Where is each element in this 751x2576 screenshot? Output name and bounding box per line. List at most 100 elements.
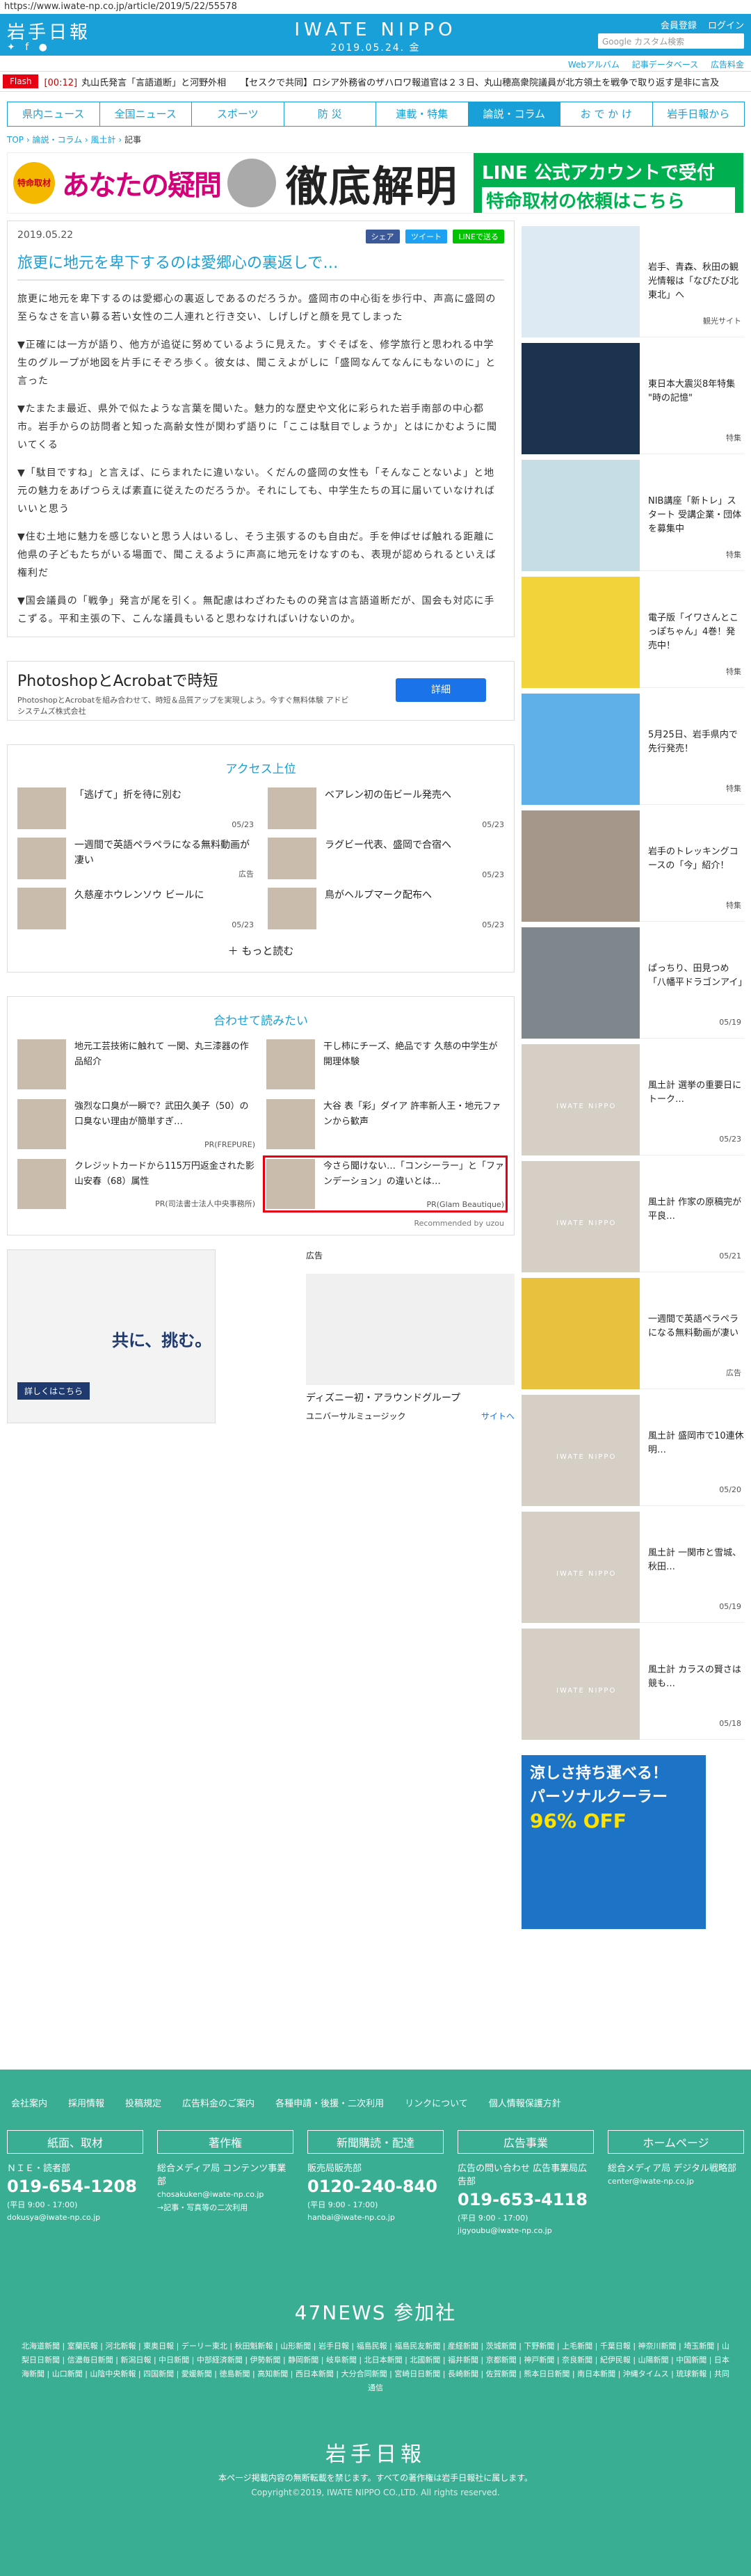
facebook-icon[interactable]: f xyxy=(25,42,29,53)
line-icon[interactable]: ● xyxy=(39,42,47,53)
sidebar-item[interactable]: 風土計 一関市と雪城、秋田…05/19 xyxy=(522,1506,744,1623)
phone-number[interactable]: 019-654-1208 xyxy=(7,2177,143,2196)
twitter-share-button[interactable]: ツイート xyxy=(405,230,447,243)
contact-email[interactable]: center@iwate-np.co.jp xyxy=(608,2177,744,2186)
nav-item[interactable]: お で か け xyxy=(560,102,653,127)
thumbnail xyxy=(17,1159,66,1209)
breadcrumb-item[interactable]: TOP xyxy=(7,135,24,145)
footer-link[interactable]: 投稿規定 xyxy=(125,2096,161,2109)
sub-links: Webアルバム 記事データベース 広告料金 xyxy=(0,56,751,71)
sub-link[interactable]: 記事データベース xyxy=(632,60,698,70)
nav-item[interactable]: 全国ニュース xyxy=(99,102,192,127)
related-item[interactable]: 大谷 表「彩」ダイア 許率新人王・地元ファンから歓声 xyxy=(266,1099,504,1149)
nav-item[interactable]: スポーツ xyxy=(191,102,284,127)
facebook-share-button[interactable]: シェア xyxy=(365,230,400,243)
ad-site-link[interactable]: サイトへ xyxy=(481,1410,515,1422)
disney-ad[interactable]: 広告 ディズニー初・アラウンドグループ ユニバーサルミュージック サイトへ xyxy=(306,1249,515,1423)
sidebar-item[interactable]: 風土計 カラスの賢さは競も…05/18 xyxy=(522,1623,744,1740)
ranking-item[interactable]: 鳥がヘルプマーク配布へ 05/23 xyxy=(268,888,504,929)
contact-email[interactable]: jigyoubu@iwate-np.co.jp xyxy=(458,2226,594,2235)
footer-link[interactable]: 広告料金のご案内 xyxy=(182,2096,255,2109)
ranking-item[interactable]: 「逃げて」折を待に別む 05/23 xyxy=(17,787,254,829)
related-item-highlighted[interactable]: 今さら聞けない…「コンシーラー」と「ファンデーション」の違いとは… PR(Glam… xyxy=(263,1155,508,1213)
sidebar-item[interactable]: 東日本大震災8年特集 "時の記憶" 特集 xyxy=(522,337,744,454)
twitter-icon[interactable]: ✦ xyxy=(7,42,15,53)
line-share-button[interactable]: LINEで送る xyxy=(453,230,504,243)
sidebar-item[interactable]: ぱっちり、田見つめ 「八幡平ドラゴンアイ」 05/19 xyxy=(522,922,747,1039)
contact-column: 紙面、取材 ＮＩＥ・読者部 019-654-1208 (平日 9:00 - 17… xyxy=(7,2130,143,2235)
cooler-ad[interactable]: 涼しさ持ち運べる！ パーソナルクーラー 96% OFF xyxy=(522,1755,706,1929)
footer-logo[interactable]: 岩手日報 xyxy=(0,2437,751,2467)
flash-item[interactable]: [00:12] 丸山氏発言「言語道断」と河野外相 xyxy=(44,75,226,88)
contact-email[interactable]: hanbai@iwate-np.co.jp xyxy=(307,2213,444,2222)
flash-label: Flash xyxy=(3,74,39,88)
ad-name: ディズニー初・アラウンドグループ xyxy=(306,1393,461,1404)
banner-line[interactable]: LINE 公式アカウントで受付 特命取材の依頼はこちら xyxy=(474,153,743,213)
nav-item[interactable]: 岩手日報から xyxy=(652,102,745,127)
flash-item[interactable]: 【セスクで共同】ロシア外務省のザハロワ報道官は２３日、丸山穂高衆院議員が北方領土… xyxy=(240,75,719,88)
address-bar[interactable]: https://www.iwate-np.co.jp/article/2019/… xyxy=(0,0,751,14)
breadcrumb-item[interactable]: 風土計 xyxy=(91,135,116,145)
nav-item[interactable]: 県内ニュース xyxy=(7,102,100,127)
member-register-link[interactable]: 会員登録 xyxy=(661,21,697,31)
sidebar-item[interactable]: 電子版「イワさんとこっぽちゃん」4巻！発売中！ 特集 xyxy=(522,571,744,688)
sub-link[interactable]: Webアルバム xyxy=(568,60,620,70)
phone-number[interactable]: 0120-240-840 xyxy=(307,2177,444,2196)
sub-link[interactable]: 広告料金 xyxy=(711,60,744,70)
sidebar-item[interactable]: 風土計 作家の原稿完が平良…05/21 xyxy=(522,1155,744,1272)
phone-number[interactable]: 019-653-4118 xyxy=(458,2190,594,2209)
article-paragraph: ▼正確には一方が語り、他方が追従に努めているように見えた。すぐそばを、修学旅行と… xyxy=(17,339,496,387)
sidebar-item[interactable]: 一週間で英語ペラペラになる無料動画が凄い 広告 xyxy=(522,1272,744,1389)
social-icons: ✦ f ● xyxy=(7,42,47,53)
search-input[interactable]: Google カスタム検索 xyxy=(598,33,744,49)
contact-email[interactable]: dokusya@iwate-np.co.jp xyxy=(7,2213,143,2222)
site-logo[interactable]: 岩手日報 xyxy=(7,18,90,44)
related-title: 合わせて読みたい xyxy=(213,1014,308,1028)
related-item[interactable]: 地元工芸技術に触れて 一関、丸三漆器の作品紹介 xyxy=(17,1039,255,1089)
contact-email[interactable]: chosakuken@iwate-np.co.jp xyxy=(157,2190,293,2199)
breadcrumb-item[interactable]: 論説・コラム xyxy=(32,135,82,145)
thumbnail xyxy=(522,226,640,337)
footer-link[interactable]: 各種申請・後援・二次利用 xyxy=(275,2096,384,2109)
ranking-item[interactable]: 一週間で英語ペラペラになる無料動画が凄い 広告 xyxy=(17,838,254,879)
placeholder-thumbnail xyxy=(522,1395,640,1506)
related-box: 合わせて読みたい 地元工芸技術に触れて 一関、丸三漆器の作品紹介 干し柿にチーズ… xyxy=(7,996,515,1235)
special-banner[interactable]: 特命取材 あなたの疑問 徹底解明 LINE 公式アカウントで受付 特命取材の依頼… xyxy=(7,152,744,214)
login-link[interactable]: ログイン xyxy=(708,21,744,31)
ranking-item[interactable]: ラグビー代表、盛岡で合宿へ 05/23 xyxy=(268,838,504,879)
sidebar-item[interactable]: 岩手、青森、秋田の観光情報は「なぴたび北東北」へ 観光サイト xyxy=(522,221,744,337)
footer-link[interactable]: 個人情報保護方針 xyxy=(489,2096,561,2109)
text-ad[interactable]: PhotoshopとAcrobatで時短 PhotoshopとAcrobatを組… xyxy=(7,661,515,721)
footer-link[interactable]: 採用情報 xyxy=(68,2096,104,2109)
swagelok-ad[interactable]: 共に、挑む。 詳しくはこちら xyxy=(7,1249,216,1423)
related-item[interactable]: 干し柿にチーズ、絶品です 久慈の中学生が開理体験 xyxy=(266,1039,504,1089)
ad-line: パーソナルクーラー xyxy=(530,1789,668,1806)
nav-item[interactable]: 防 災 xyxy=(283,102,376,127)
nav-item[interactable]: 連載・特集 xyxy=(376,102,469,127)
sidebar-item[interactable]: 5月25日、岩手県内で先行発売！ 特集 xyxy=(522,688,744,805)
ranking-item[interactable]: 久慈産ホウレンソウ ビールに 05/23 xyxy=(17,888,254,929)
footer-link[interactable]: 会社案内 xyxy=(11,2096,47,2109)
more-button[interactable]: ＋ もっと読む xyxy=(17,943,504,958)
contact-column: 著作権 総合メディア局 コンテンツ事業部 chosakuken@iwate-np… xyxy=(157,2130,293,2235)
contact-heading: 広告事業 xyxy=(458,2130,594,2154)
contact-dept: ＮＩＥ・読者部 xyxy=(7,2163,71,2174)
ad-detail-button[interactable]: 詳細 xyxy=(396,678,486,702)
banner-title2: 徹底解明 xyxy=(286,162,458,211)
sidebar-item[interactable]: 岩手のトレッキングコースの「今」紹介！ 特集 xyxy=(522,805,744,922)
news47-papers[interactable]: 北海道新聞 | 室蘭民報 | 河北新報 | 東奥日報 | デーリー東北 | 秋田… xyxy=(0,2326,751,2395)
sidebar-item[interactable]: NIB講座「新トレ」スタート 受講企業・団体を募集中 特集 xyxy=(522,454,744,571)
thumbnail xyxy=(17,1099,66,1149)
sidebar-item[interactable]: 風土計 盛岡市で10連休明…05/20 xyxy=(522,1389,744,1506)
related-item[interactable]: 強烈な口臭が一瞬で？武田久美子（50）の口臭ない理由が簡単すぎ… PR(FREPU… xyxy=(17,1099,255,1149)
related-item[interactable]: クレジットカードから115万円返金された影山安春（68）属性 PR(司法書士法人中… xyxy=(17,1159,255,1209)
footer-links: 会社案内 採用情報 投稿規定 広告料金のご案内 各種申請・後援・二次利用 リンク… xyxy=(0,2070,751,2109)
ad-button[interactable]: 詳しくはこちら xyxy=(17,1382,90,1400)
sidebar-item[interactable]: 風土計 選挙の重要日にトーク…05/23 xyxy=(522,1039,744,1155)
contact-heading: 新聞購読・配達 xyxy=(307,2130,444,2154)
contact-link[interactable]: →記事・写真等の二次利用 xyxy=(157,2202,293,2213)
nav-item-active[interactable]: 論説・コラム xyxy=(467,102,560,127)
article-meta: 2019.05.22 シェア ツイート LINEで送る xyxy=(17,230,504,243)
footer-link[interactable]: リンクについて xyxy=(405,2096,468,2109)
ranking-item[interactable]: ベアレン初の缶ビール発売へ 05/23 xyxy=(268,787,504,829)
